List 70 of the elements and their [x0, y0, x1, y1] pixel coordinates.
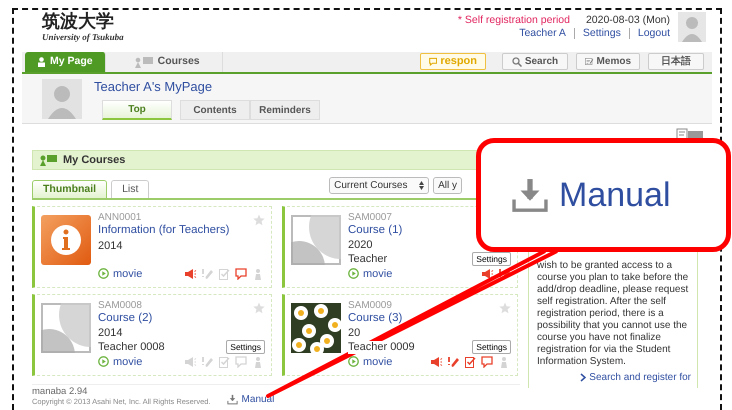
nav-tab[interactable]: My Page	[25, 52, 106, 72]
profile-tab[interactable]: Reminders	[250, 100, 320, 120]
version-text: manaba 2.94	[32, 387, 88, 397]
memo-icon	[585, 56, 594, 67]
page-title: Teacher A's MyPage	[94, 78, 214, 96]
course-title-link[interactable]: Course (1)	[348, 223, 402, 237]
course-code: SAM0009	[348, 300, 393, 311]
play-icon	[348, 268, 359, 280]
search-icon	[512, 56, 522, 66]
search-register-link[interactable]: Search and register for	[537, 372, 691, 384]
course-code: SAM0008	[98, 300, 143, 311]
logo-subtitle: University of Tsukuba	[42, 32, 124, 42]
course-year: 2020	[348, 238, 374, 252]
person-icon	[37, 57, 46, 67]
star-icon[interactable]	[253, 302, 265, 314]
play-icon	[98, 268, 109, 280]
course-year: 20	[348, 326, 362, 340]
memos-button[interactable]: Memos	[576, 53, 640, 70]
course-year: 2014	[98, 326, 124, 340]
course-title-link[interactable]: Information (for Teachers)	[98, 223, 230, 237]
settings-button[interactable]: Settings	[226, 340, 265, 354]
callout-manual-text: Manual	[559, 174, 671, 216]
info-icon	[41, 215, 91, 265]
movie-link[interactable]: movie	[348, 266, 392, 282]
download-icon	[226, 394, 238, 405]
play-icon	[348, 356, 359, 368]
teacher-name: Teacher 0008	[98, 340, 165, 354]
registration-info-text: wish to be granted access to a course you plan to take before the add/drop deadline, please request self registration. After the self registration period, there is a possibility that you cannot use the course you have not finalize registration for via the Student Information System.	[537, 260, 690, 368]
date-text: 2020-08-03 (Mon)	[586, 13, 670, 28]
movie-link[interactable]: movie	[98, 266, 142, 282]
settings-button[interactable]: Settings	[472, 252, 511, 266]
course-year: 2014	[98, 240, 124, 252]
profile-tab[interactable]: Contents	[180, 100, 250, 120]
abstract-thumbnail-icon	[41, 303, 91, 353]
download-icon	[511, 176, 549, 214]
filter-select[interactable]: All y	[433, 177, 462, 194]
courses-icon	[39, 154, 57, 166]
chevron-icon	[580, 372, 586, 382]
photo-placeholder	[291, 303, 341, 353]
settings-button[interactable]: Settings	[472, 340, 511, 354]
logo-text: 筑波大学	[42, 12, 115, 32]
updown-icon	[419, 181, 424, 190]
chat-icon	[429, 56, 438, 67]
view-tab[interactable]: List	[111, 180, 150, 198]
filter-select[interactable]: Current Courses	[329, 177, 430, 194]
star-icon[interactable]	[253, 214, 265, 226]
courses-icon	[134, 56, 154, 68]
language-button[interactable]: 日本語	[648, 53, 704, 70]
course-code: ANN0001	[98, 212, 142, 223]
course-code: SAM0007	[348, 212, 393, 223]
star-icon[interactable]	[499, 302, 511, 314]
view-tab[interactable]: Thumbnail	[32, 180, 108, 198]
avatar-icon	[678, 12, 706, 42]
profile-tab[interactable]: Top	[102, 100, 172, 120]
abstract-thumbnail-icon	[291, 215, 341, 265]
search-button[interactable]: Search	[502, 53, 568, 70]
teacher-name: Teacher	[348, 252, 388, 266]
movie-link[interactable]: movie	[348, 354, 392, 370]
course-title-link[interactable]: Course (2)	[98, 311, 152, 325]
course-title-link[interactable]: Course (3)	[348, 311, 402, 325]
teacher-name: Teacher 0009	[348, 340, 415, 354]
play-icon	[98, 356, 109, 368]
section-title: My Courses	[63, 152, 126, 168]
user-menu-link[interactable]: Logout	[628, 28, 670, 39]
avatar-icon	[42, 78, 82, 118]
user-menu-link[interactable]: Settings	[574, 28, 629, 39]
manual-link[interactable]: Manual	[226, 392, 274, 407]
user-menu-link[interactable]: Teacher A	[519, 28, 574, 39]
registration-notice: * Self registration period	[458, 13, 570, 28]
movie-link[interactable]: movie	[98, 354, 142, 370]
